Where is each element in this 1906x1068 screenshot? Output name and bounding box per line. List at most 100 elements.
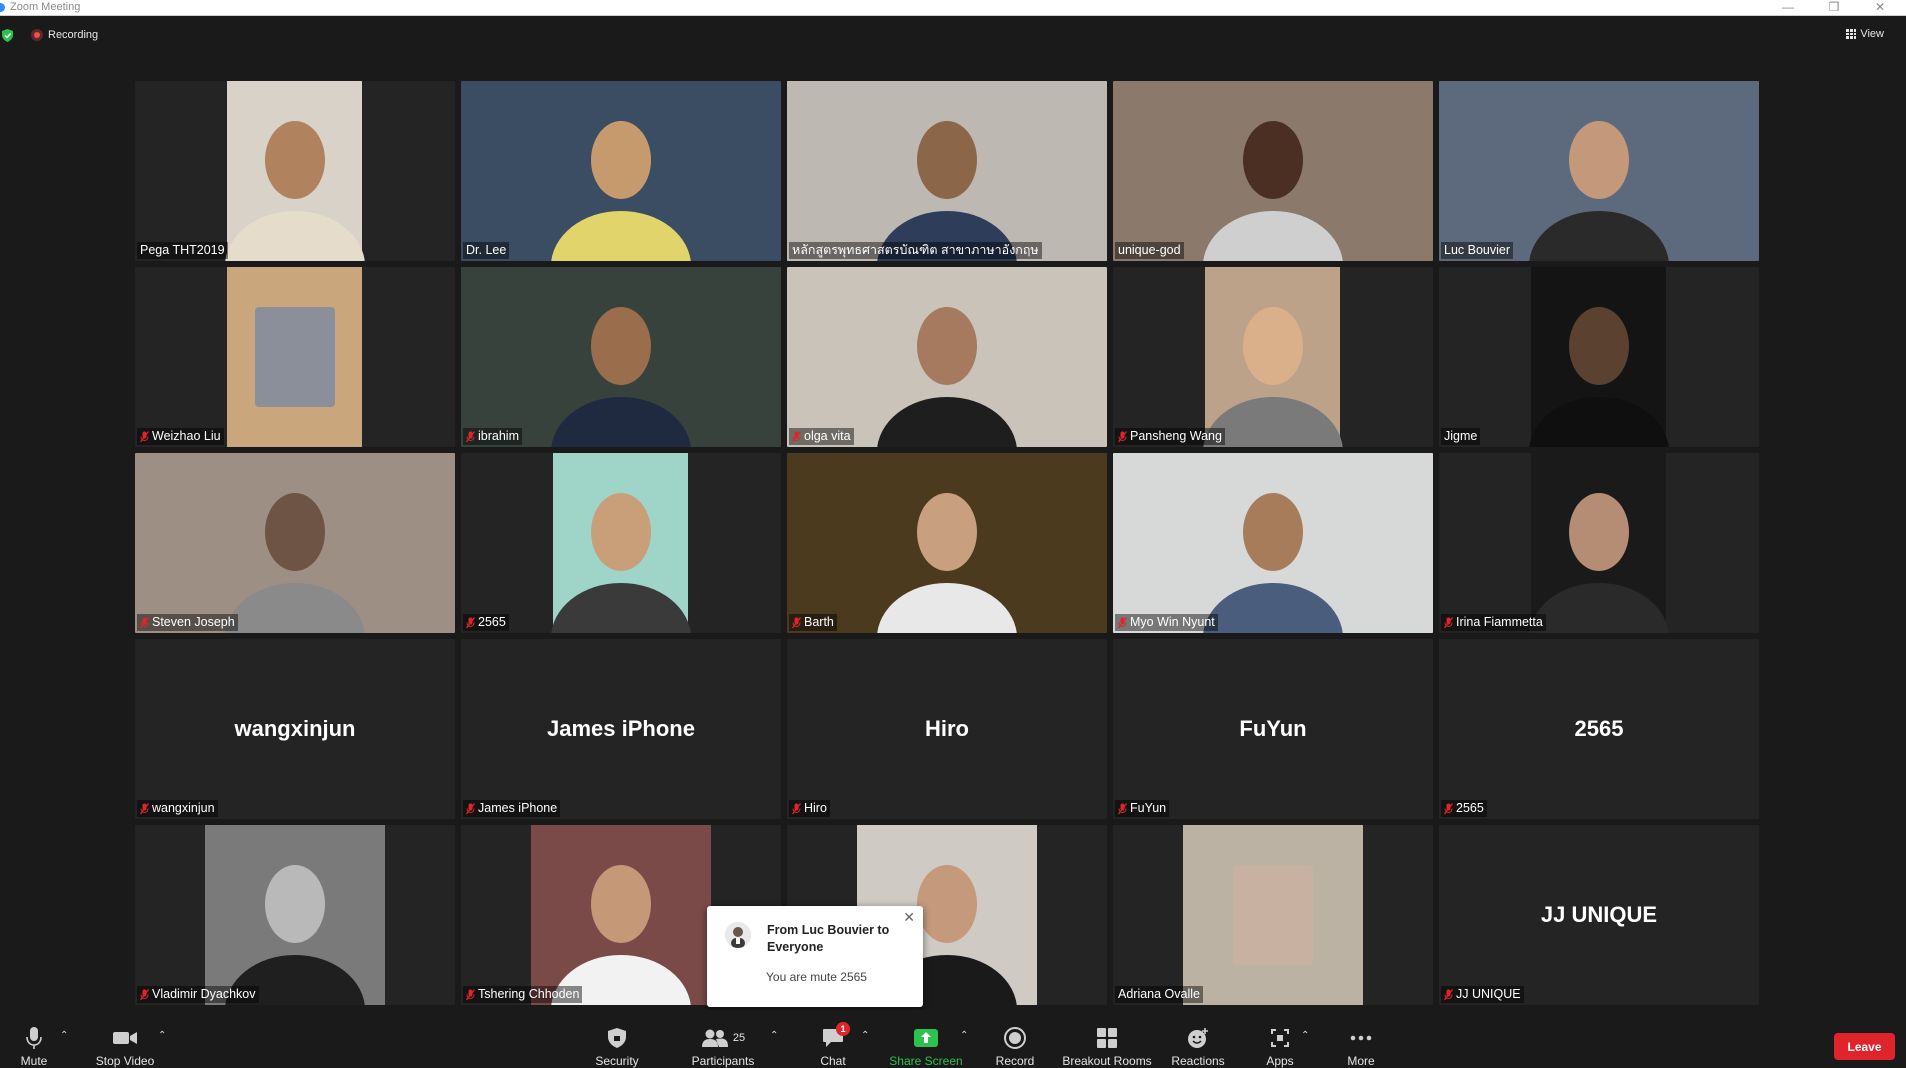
participant-tile[interactable]: olga vita — [787, 267, 1107, 447]
reactions-button[interactable]: Reactions — [1170, 1024, 1226, 1068]
participant-tile[interactable]: Hiro Hiro — [787, 639, 1107, 819]
participant-name: ibrahim — [478, 429, 519, 443]
security-button[interactable]: Security — [592, 1024, 642, 1068]
participant-tile[interactable]: Weizhao Liu — [135, 267, 455, 447]
video-camera-icon — [113, 1032, 137, 1044]
participant-tile[interactable]: 2565 — [461, 453, 781, 633]
mute-button[interactable]: Mute — [16, 1024, 52, 1068]
muted-mic-icon — [1444, 988, 1453, 1001]
participant-name-tag: JJ UNIQUE — [1441, 986, 1524, 1003]
muted-mic-icon — [1444, 616, 1453, 629]
muted-mic-icon — [466, 802, 475, 815]
participant-name-tag: 2565 — [1441, 800, 1487, 817]
participant-name: Myo Win Nyunt — [1130, 615, 1215, 629]
participant-name-tag: FuYun — [1115, 800, 1170, 817]
participant-name: wangxinjun — [152, 801, 215, 815]
participant-tile[interactable]: Pega THT2019 — [135, 81, 455, 261]
participant-name-tag: Myo Win Nyunt — [1115, 614, 1218, 631]
participant-video — [224, 81, 365, 261]
participant-tile[interactable]: JJ UNIQUE JJ UNIQUE — [1439, 825, 1759, 1005]
muted-mic-icon — [140, 616, 149, 629]
apps-button[interactable]: Apps — [1260, 1024, 1300, 1068]
participant-tile[interactable]: ibrahim — [461, 267, 781, 447]
participant-name-tag: Barth — [789, 614, 837, 631]
participant-tile[interactable]: Adriana Ovalle — [1113, 825, 1433, 1005]
reactions-label: Reactions — [1171, 1054, 1225, 1068]
participant-name: Jigme — [1444, 429, 1478, 443]
chat-notification-popup[interactable]: From Luc Bouvier to Everyone You are mut… — [707, 906, 923, 1007]
share-screen-label: Share Screen — [889, 1054, 963, 1068]
participant-name-tag: Jigme — [1441, 428, 1481, 445]
record-icon — [1004, 1027, 1026, 1049]
apps-options-caret[interactable]: ⌃ — [1301, 1030, 1309, 1041]
participant-tile[interactable]: Pansheng Wang — [1113, 267, 1433, 447]
muted-mic-icon — [792, 430, 801, 443]
participant-name-tag: Pega THT2019 — [137, 242, 228, 259]
view-button[interactable]: View — [1846, 28, 1884, 40]
participant-tile[interactable]: Vladimir Dyachkov — [135, 825, 455, 1005]
participant-name: JJ UNIQUE — [1456, 987, 1521, 1001]
share-screen-button[interactable]: Share Screen — [888, 1024, 964, 1068]
breakout-rooms-button[interactable]: Breakout Rooms — [1062, 1024, 1152, 1068]
audio-options-caret[interactable]: ⌃ — [60, 1030, 68, 1041]
close-popup-icon[interactable]: ✕ — [903, 909, 915, 926]
participant-name: FuYun — [1130, 801, 1167, 815]
participant-display-name: James iPhone — [547, 716, 695, 741]
participant-tile[interactable]: Barth — [787, 453, 1107, 633]
security-shield-icon[interactable] — [2, 29, 13, 42]
muted-mic-icon — [1118, 616, 1127, 629]
sender-avatar — [725, 922, 751, 948]
gallery-grid: Pega THT2019 Dr. Lee หลักสูตรพุทธศาสตรบัณฑ… — [135, 81, 1760, 1005]
chat-button[interactable]: 1 Chat — [810, 1022, 856, 1068]
chat-options-caret[interactable]: ⌃ — [861, 1030, 869, 1041]
minimize-button[interactable]: — — [1765, 0, 1811, 16]
muted-mic-icon — [140, 802, 149, 815]
participant-tile[interactable]: Irina Fiammetta — [1439, 453, 1759, 633]
leave-button[interactable]: Leave — [1834, 1033, 1895, 1060]
record-button[interactable]: Record — [992, 1024, 1038, 1068]
video-options-caret[interactable]: ⌃ — [158, 1030, 166, 1041]
stop-video-button[interactable]: Stop Video — [92, 1024, 158, 1068]
participant-tile[interactable]: Dr. Lee — [461, 81, 781, 261]
participant-video — [1528, 267, 1669, 447]
participant-tile[interactable]: unique-god — [1113, 81, 1433, 261]
maximize-button[interactable]: ❐ — [1811, 0, 1857, 16]
muted-mic-icon — [792, 616, 801, 629]
participant-name: หลักสูตรพุทธศาสตรบัณฑิต สาขาภาษาอังกฤษ — [792, 243, 1039, 257]
participant-name-tag: wangxinjun — [137, 800, 218, 817]
record-label: Record — [995, 1054, 1035, 1068]
apps-icon — [1271, 1029, 1289, 1047]
participant-video — [1113, 81, 1433, 261]
participant-name: Adriana Ovalle — [1118, 987, 1200, 1001]
participant-tile[interactable]: wangxinjun wangxinjun — [135, 639, 455, 819]
meeting-toolbar: Mute ⌃ Stop Video ⌃ Security 25 Particip… — [0, 1010, 1906, 1068]
close-window-button[interactable]: ✕ — [1857, 0, 1903, 16]
participant-display-name: JJ UNIQUE — [1540, 902, 1658, 927]
participant-tile[interactable]: 2565 2565 — [1439, 639, 1759, 819]
participant-name: Weizhao Liu — [152, 429, 221, 443]
participant-name: Pansheng Wang — [1130, 429, 1222, 443]
more-label: More — [1347, 1054, 1375, 1068]
apps-label: Apps — [1266, 1054, 1294, 1068]
participant-video — [1113, 453, 1433, 633]
recording-indicator[interactable]: Recording — [31, 29, 98, 41]
participant-video — [135, 453, 455, 633]
participant-tile[interactable]: Myo Win Nyunt — [1113, 453, 1433, 633]
participants-options-caret[interactable]: ⌃ — [770, 1030, 778, 1041]
participant-tile[interactable]: หลักสูตรพุทธศาสตรบัณฑิต สาขาภาษาอังกฤษ — [787, 81, 1107, 261]
participant-tile[interactable]: Jigme — [1439, 267, 1759, 447]
participant-name: 2565 — [478, 615, 506, 629]
participants-label: Participants — [691, 1054, 755, 1068]
participants-button[interactable]: 25 Participants — [689, 1024, 757, 1068]
share-screen-icon — [914, 1029, 938, 1047]
participant-display-name: Hiro — [925, 716, 969, 741]
participant-name: Barth — [804, 615, 834, 629]
participant-tile[interactable]: Luc Bouvier — [1439, 81, 1759, 261]
participant-video — [1439, 81, 1759, 261]
participant-tile[interactable]: FuYun FuYun — [1113, 639, 1433, 819]
mute-label: Mute — [20, 1054, 48, 1068]
share-options-caret[interactable]: ⌃ — [960, 1030, 968, 1041]
participant-tile[interactable]: James iPhone James iPhone — [461, 639, 781, 819]
participant-tile[interactable]: Steven Joseph — [135, 453, 455, 633]
more-button[interactable]: More — [1346, 1024, 1376, 1068]
